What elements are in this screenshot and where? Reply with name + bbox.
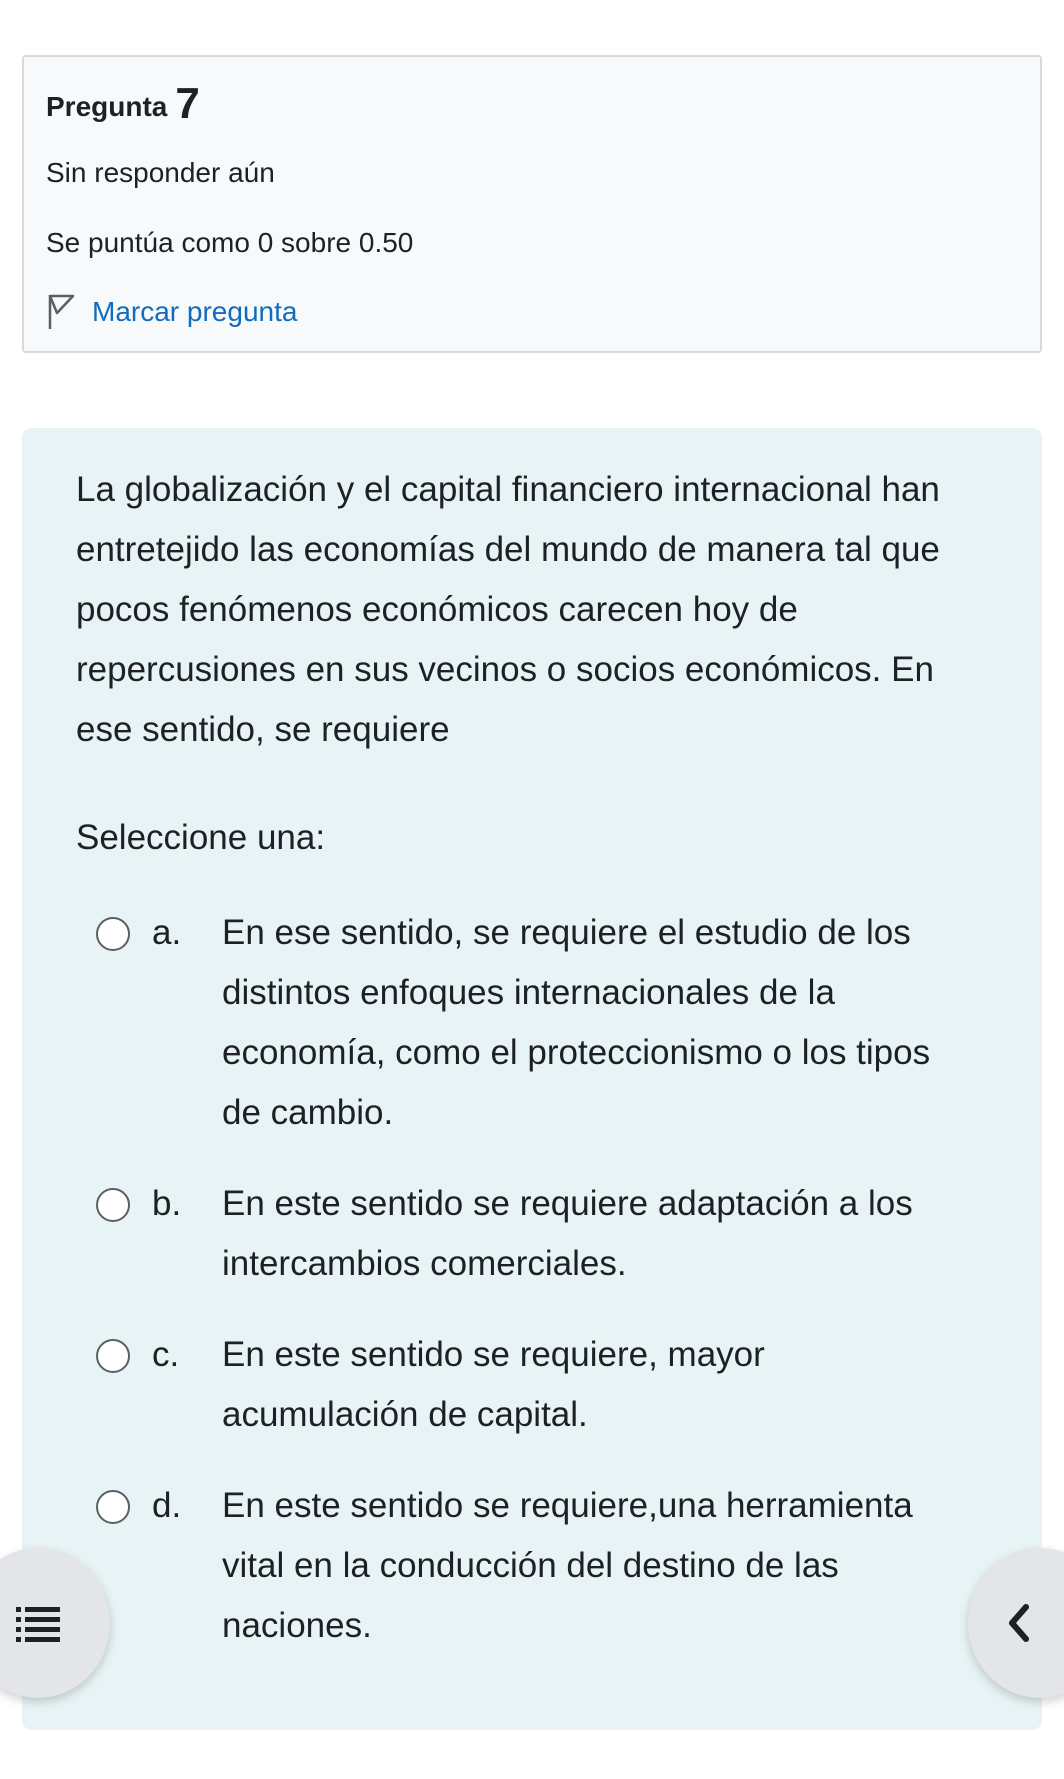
chevron-left-icon xyxy=(1009,1604,1029,1642)
answer-option-a[interactable]: a. En ese sentido, se requiere el estudi… xyxy=(96,903,996,1143)
radio-button-c[interactable] xyxy=(96,1339,130,1373)
question-panel: La globalización y el capital financiero… xyxy=(22,428,1042,1730)
question-info: Pregunta 7 Sin responder aún Se puntúa co… xyxy=(22,55,1042,353)
answer-option-d[interactable]: d. En este sentido se requiere,una herra… xyxy=(96,1476,996,1656)
question-state: Sin responder aún xyxy=(46,157,275,188)
answer-letter: d. xyxy=(152,1486,182,1525)
radio-button-d[interactable] xyxy=(96,1490,130,1524)
flag-question-link[interactable]: Marcar pregunta xyxy=(46,293,297,331)
answer-text: En este sentido se requiere adaptación a… xyxy=(222,1184,913,1283)
question-title-label: Pregunta xyxy=(46,91,168,122)
select-one-prompt: Seleccione una: xyxy=(76,818,326,857)
question-title: Pregunta 7 xyxy=(46,79,200,129)
question-text: La globalización y el capital financiero… xyxy=(76,470,940,749)
answer-text: En este sentido se requiere, mayor acumu… xyxy=(222,1335,765,1434)
answer-text: En este sentido se requiere,una herramie… xyxy=(222,1486,913,1645)
answer-text: En ese sentido, se requiere el estudio d… xyxy=(222,913,931,1132)
radio-button-b[interactable] xyxy=(96,1188,130,1222)
flag-icon xyxy=(48,294,75,329)
radio-button-a[interactable] xyxy=(96,917,130,951)
answer-option-c[interactable]: c. En este sentido se requiere, mayor ac… xyxy=(96,1325,996,1445)
flag-question-label: Marcar pregunta xyxy=(92,296,298,327)
answer-letter: c. xyxy=(152,1335,180,1374)
answer-option-b[interactable]: b. En este sentido se requiere adaptació… xyxy=(96,1174,996,1294)
answer-letter: b. xyxy=(152,1184,182,1223)
list-icon xyxy=(16,1607,60,1642)
question-number: 7 xyxy=(175,79,200,128)
question-grade: Se puntúa como 0 sobre 0.50 xyxy=(46,227,414,258)
answer-letter: a. xyxy=(152,913,182,952)
